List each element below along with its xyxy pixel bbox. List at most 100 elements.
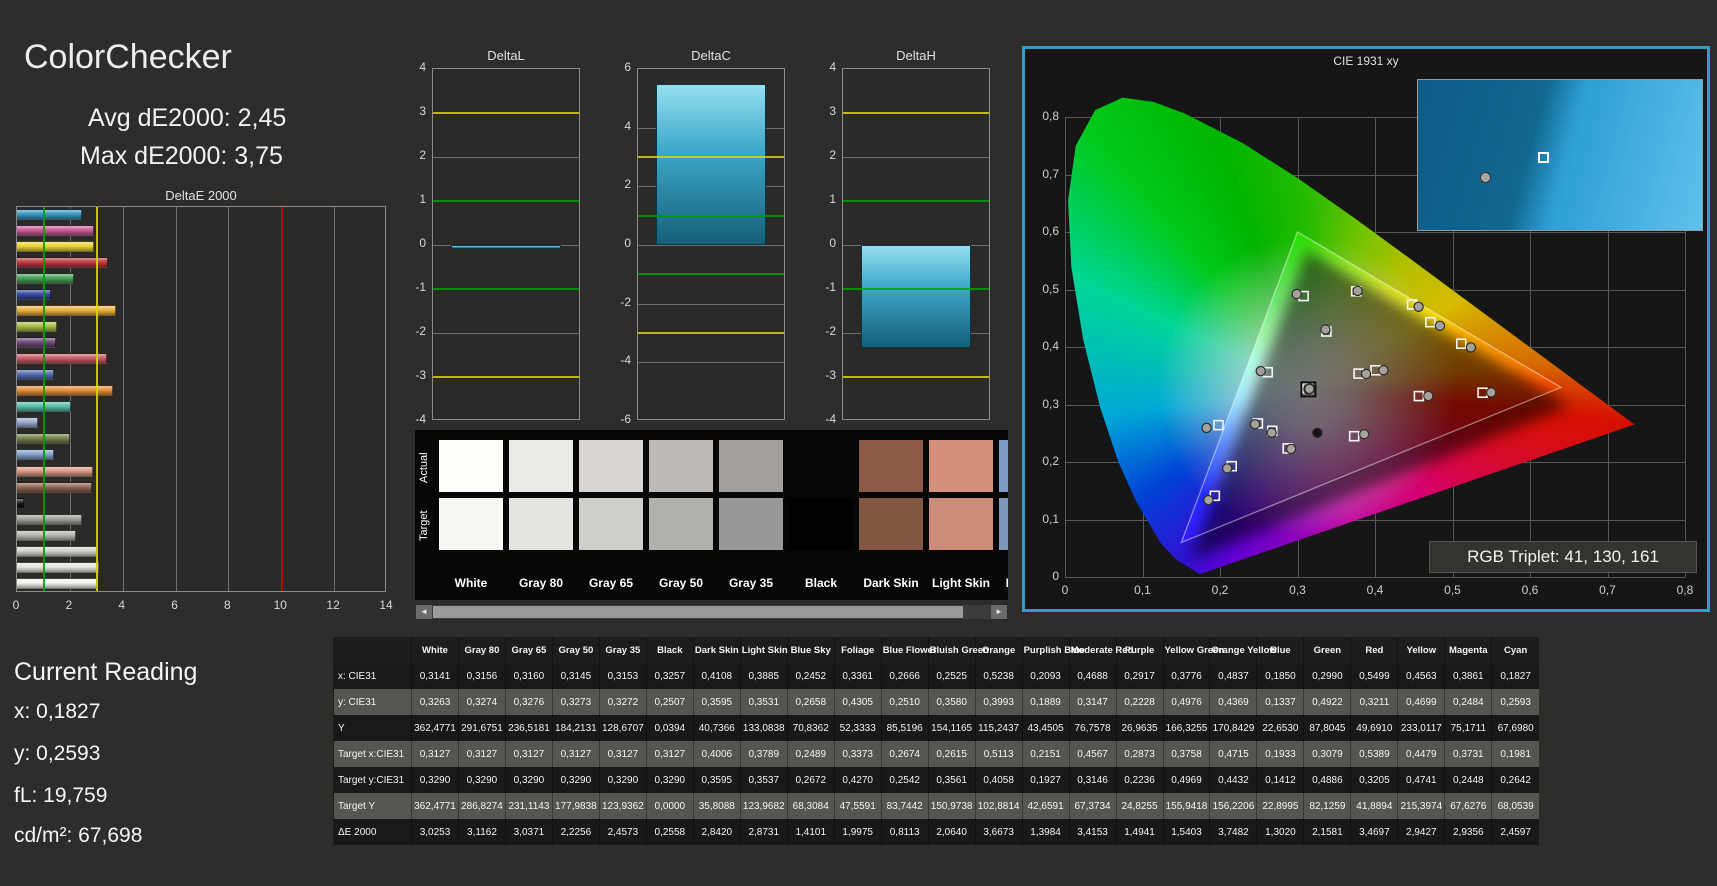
table-cell: 0,3127 [598, 741, 647, 767]
table-cell: 2,9427 [1397, 819, 1445, 845]
table-cell: 0,3537 [739, 767, 788, 793]
table-cell: 0,3273 [551, 689, 600, 715]
table-cell: 2,9356 [1444, 819, 1492, 845]
bar-slot [17, 465, 385, 477]
table-cell: 52,3333 [833, 715, 882, 741]
ref-line-green [843, 200, 989, 202]
table-cell: 42,6591 [1021, 793, 1070, 819]
table-cell: 0,2510 [880, 689, 929, 715]
bar-slot [17, 417, 385, 429]
col-header-white: White [411, 637, 459, 663]
table-cell: 123,9682 [739, 793, 788, 819]
table-cell: 2,8731 [739, 819, 788, 845]
cie-measured-bluish-green [1255, 365, 1266, 377]
x-tick-label: 2 [65, 598, 73, 612]
table-row--e-2000: ΔE 2000 3,0253 3,1162 3,0371 2,2256 2,4573 0,2… [333, 819, 1539, 845]
table-cell: 0,3274 [457, 689, 506, 715]
table-cell: 236,5181 [504, 715, 553, 741]
ref-line-green [43, 207, 46, 591]
deltae-bar-gray-35 [17, 513, 82, 525]
x-tick-label: 4 [118, 598, 126, 612]
deltae-bar-blue-flower [17, 417, 39, 429]
table-cell: 0,2873 [1115, 741, 1163, 767]
table-cell: 0,1337 [1256, 689, 1304, 715]
table-cell: 133,0838 [739, 715, 788, 741]
bar-slot [17, 561, 385, 573]
table-cell: 0,3153 [598, 663, 647, 689]
ref-line-yellow [433, 376, 579, 378]
y-tick-label: 2 [419, 148, 426, 162]
table-cell: 0,1850 [1256, 663, 1304, 689]
row-label: Target Y [333, 793, 412, 819]
table-cell: 67,3734 [1068, 793, 1117, 819]
table-cell: 0,2642 [1491, 767, 1539, 793]
table-cell: 0,4969 [1162, 767, 1210, 793]
table-cell: 0,3731 [1444, 741, 1492, 767]
table-cell: 1,3020 [1256, 819, 1304, 845]
swatch-target-black [789, 498, 853, 550]
scrollbar-thumb[interactable] [433, 606, 963, 618]
delta-h-y-axis: -4 -3 -2 -1 0 1 2 3 4 [808, 60, 838, 426]
scrollbar-right-button[interactable]: ► [991, 605, 1007, 619]
table-cell: 1,4101 [786, 819, 835, 845]
table-cell: 0,3885 [739, 663, 788, 689]
table-cell: 75,1711 [1444, 715, 1492, 741]
row-label: Target x:CIE31 [333, 741, 412, 767]
swatch-target-gray-80 [509, 498, 573, 550]
swatch-target-dark-skin [859, 498, 923, 550]
table-cell: 0,3290 [504, 767, 553, 793]
col-header-gray-50: Gray 50 [551, 637, 600, 663]
table-cell: 2,2256 [551, 819, 600, 845]
table-cell: 68,3084 [786, 793, 835, 819]
table-corner [333, 637, 412, 663]
cie-measured-orange [1465, 342, 1477, 353]
table-cell: 0,4741 [1397, 767, 1445, 793]
bar-slot [17, 305, 385, 317]
table-cell: 0,3290 [457, 767, 506, 793]
inset-target-square [1538, 152, 1549, 163]
table-cell: 128,6707 [598, 715, 647, 741]
y-tick-label: -1 [415, 280, 426, 294]
table-cell: 0,4563 [1397, 663, 1445, 689]
y-tick-label: -1 [825, 280, 836, 294]
y-tick-label: 0 [419, 236, 426, 250]
table-cell: 2,8420 [692, 819, 741, 845]
deltae-bar-white [17, 577, 97, 589]
table-cell: 0,2448 [1444, 767, 1492, 793]
table-cell: 286,8274 [457, 793, 506, 819]
table-cell: 0,3263 [411, 689, 459, 715]
table-cell: 231,1143 [504, 793, 553, 819]
table-cell: 0,3789 [739, 741, 788, 767]
table-cell: 0,2151 [1021, 741, 1070, 767]
deltae-x-axis: 0 2 4 6 8 10 12 14 [0, 598, 420, 614]
table-cell: 0,3211 [1350, 689, 1398, 715]
table-row-target-x-cie31: Target x:CIE31 0,3127 0,3127 0,3127 0,3127 0,… [333, 741, 1539, 767]
deltae-bar-yellow-green [17, 321, 58, 333]
cie-measured-orange-yellow [1434, 320, 1446, 331]
table-cell: 0,3561 [927, 767, 976, 793]
current-reading-fl: fL: 19,759 [14, 784, 108, 807]
table-cell: 0,3531 [739, 689, 788, 715]
table-cell: 0,2452 [786, 663, 835, 689]
bar-slot [17, 225, 385, 237]
bar-slot [17, 369, 385, 381]
table-cell: 123,9362 [598, 793, 647, 819]
table-cell: 3,0371 [504, 819, 553, 845]
y-tick-label: -4 [825, 412, 836, 426]
swatch-scrollbar[interactable]: ◄ ► [415, 604, 1008, 620]
y-tick-label: -2 [415, 324, 426, 338]
y-tick-label: 4 [419, 60, 426, 74]
table-cell: 3,4697 [1350, 819, 1398, 845]
bar-slot [17, 545, 385, 557]
avg-de2000-label: Avg dE2000: 2,45 [88, 104, 287, 132]
deltae-bar-black [17, 497, 24, 509]
deltae-chart-title: DeltaE 2000 [165, 188, 237, 203]
ref-line-green [433, 200, 579, 202]
table-cell: 0,3776 [1162, 663, 1210, 689]
table-cell: 67,6276 [1444, 793, 1492, 819]
table-cell: 0,3272 [598, 689, 647, 715]
table-cell: 0,3290 [411, 767, 459, 793]
bar-slot [17, 577, 385, 589]
bar-slot [17, 497, 385, 509]
table-cell: 76,7578 [1068, 715, 1117, 741]
